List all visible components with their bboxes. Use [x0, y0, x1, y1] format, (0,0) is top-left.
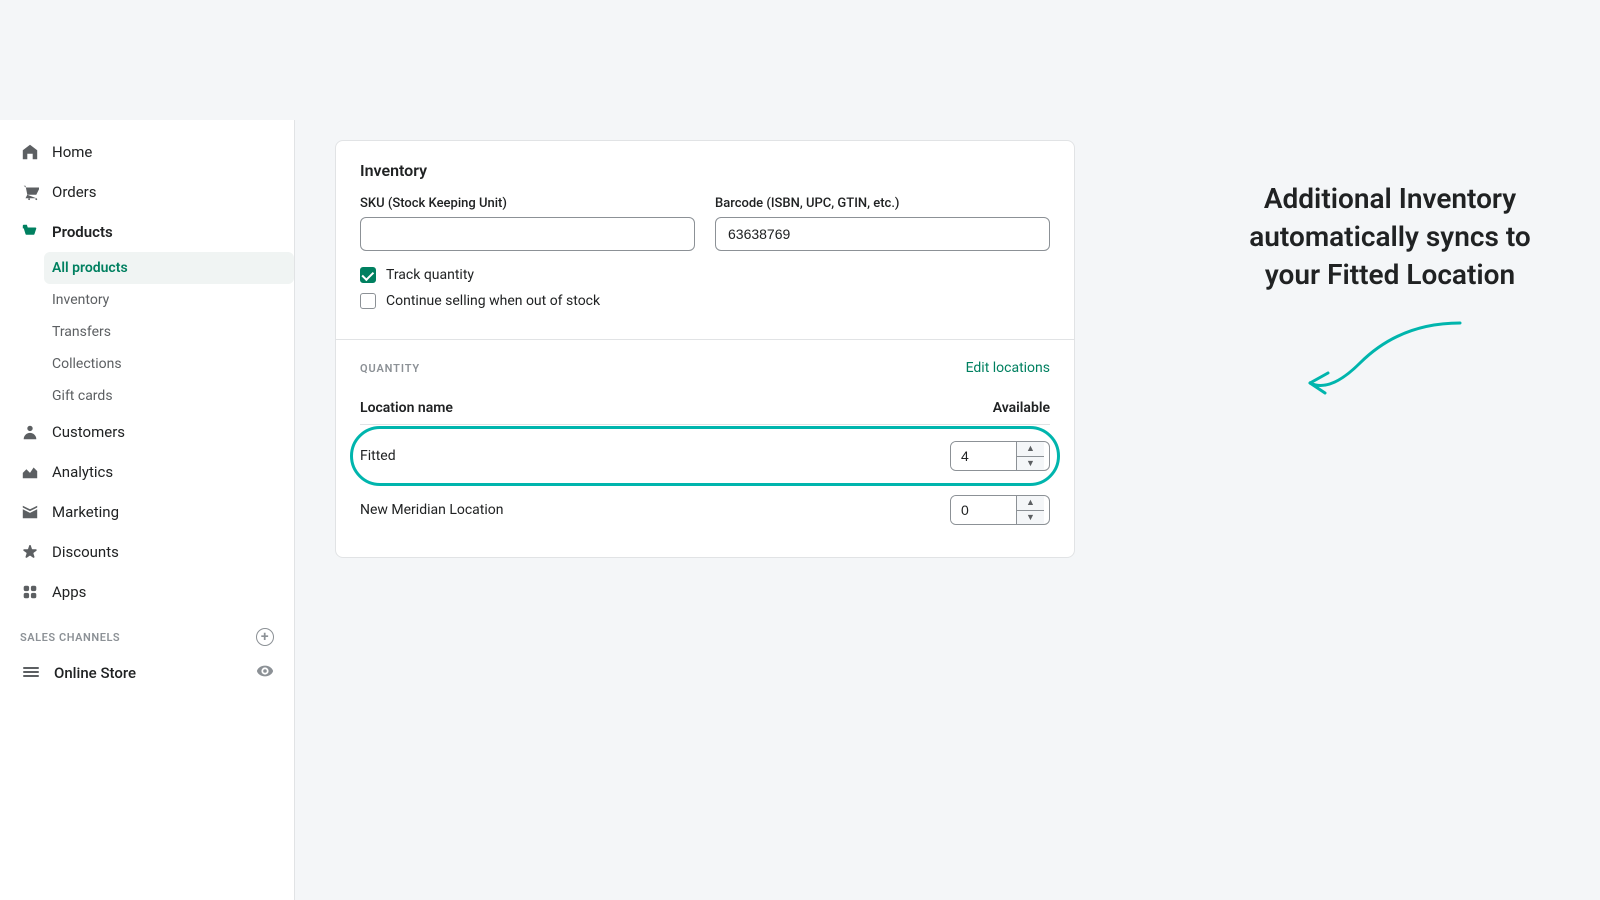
annotation-arrow	[1280, 303, 1500, 423]
edit-locations-link[interactable]: Edit locations	[966, 360, 1050, 376]
inventory-card: Inventory SKU (Stock Keeping Unit) Barco…	[335, 140, 1075, 558]
fitted-location-row-wrapper: Fitted ▲ ▼	[360, 429, 1050, 483]
apps-icon	[20, 582, 40, 602]
sidebar-apps-label: Apps	[52, 583, 86, 601]
quantity-section-label: QUANTITY	[360, 362, 420, 375]
sidebar-discounts-label: Discounts	[52, 543, 119, 561]
meridian-quantity-input[interactable]	[951, 496, 1016, 524]
annotation-text: Additional Inventoryautomatically syncs …	[1200, 180, 1580, 293]
sidebar-sub-item-transfers[interactable]: Transfers	[52, 316, 294, 348]
continue-selling-row: Continue selling when out of stock	[360, 293, 1050, 309]
barcode-input[interactable]	[715, 217, 1050, 251]
products-icon	[20, 222, 40, 242]
fitted-decrement-button[interactable]: ▼	[1017, 457, 1044, 471]
online-store-label: Online Store	[54, 664, 244, 682]
inventory-title: Inventory	[360, 161, 1050, 180]
quantity-section: QUANTITY Edit locations Location name Av…	[336, 340, 1074, 557]
col-location-header: Location name	[360, 400, 453, 416]
sidebar-sub-items: All products Inventory Transfers Collect…	[0, 252, 294, 412]
sidebar-orders-label: Orders	[52, 183, 97, 201]
content-area: Inventory SKU (Stock Keeping Unit) Barco…	[295, 120, 1600, 900]
continue-selling-checkbox[interactable]	[360, 293, 376, 309]
sidebar-item-analytics[interactable]: Analytics	[0, 452, 294, 492]
sidebar-sub-item-gift-cards[interactable]: Gift cards	[52, 380, 294, 412]
sidebar-customers-label: Customers	[52, 423, 125, 441]
fitted-quantity-input[interactable]	[951, 442, 1016, 470]
sidebar-sub-item-all-products[interactable]: All products	[44, 252, 294, 284]
sidebar-sub-item-collections[interactable]: Collections	[52, 348, 294, 380]
sidebar-item-online-store[interactable]: Online Store	[0, 652, 294, 694]
barcode-group: Barcode (ISBN, UPC, GTIN, etc.)	[715, 196, 1050, 251]
sidebar-item-apps[interactable]: Apps	[0, 572, 294, 612]
meridian-quantity-stepper: ▲ ▼	[950, 495, 1050, 525]
sidebar-home-label: Home	[52, 143, 92, 161]
sku-group: SKU (Stock Keeping Unit)	[360, 196, 695, 251]
add-sales-channel-button[interactable]: +	[256, 628, 274, 646]
meridian-decrement-button[interactable]: ▼	[1017, 511, 1044, 525]
meridian-increment-button[interactable]: ▲	[1017, 496, 1044, 511]
meridian-location-row: New Meridian Location ▲ ▼	[360, 483, 1050, 537]
customers-icon	[20, 422, 40, 442]
barcode-label: Barcode (ISBN, UPC, GTIN, etc.)	[715, 196, 1050, 211]
sidebar-item-products[interactable]: Products	[0, 212, 294, 252]
meridian-location-name: New Meridian Location	[360, 502, 504, 518]
quantity-table-header: Location name Available	[360, 392, 1050, 425]
sidebar-marketing-label: Marketing	[52, 503, 119, 521]
track-quantity-row: Track quantity	[360, 267, 1050, 283]
orders-icon	[20, 182, 40, 202]
fitted-location-row: Fitted ▲ ▼	[360, 429, 1050, 483]
sidebar-item-home[interactable]: Home	[0, 132, 294, 172]
online-store-eye-icon[interactable]	[256, 662, 274, 684]
inventory-section: Inventory SKU (Stock Keeping Unit) Barco…	[336, 141, 1074, 340]
fitted-quantity-stepper: ▲ ▼	[950, 441, 1050, 471]
sidebar-item-orders[interactable]: Orders	[0, 172, 294, 212]
continue-selling-label: Continue selling when out of stock	[386, 293, 600, 309]
sidebar-sub-item-inventory[interactable]: Inventory	[52, 284, 294, 316]
online-store-icon	[20, 662, 42, 684]
home-icon	[20, 142, 40, 162]
sidebar-item-customers[interactable]: Customers	[0, 412, 294, 452]
sidebar-item-discounts[interactable]: Discounts	[0, 532, 294, 572]
analytics-icon	[20, 462, 40, 482]
quantity-header: QUANTITY Edit locations	[360, 360, 1050, 376]
sidebar-item-marketing[interactable]: Marketing	[0, 492, 294, 532]
sku-input[interactable]	[360, 217, 695, 251]
sku-label: SKU (Stock Keeping Unit)	[360, 196, 695, 211]
sidebar-products-label: Products	[52, 223, 113, 241]
track-quantity-label: Track quantity	[386, 267, 474, 283]
track-quantity-checkbox[interactable]	[360, 267, 376, 283]
fitted-location-name: Fitted	[360, 448, 396, 464]
fitted-increment-button[interactable]: ▲	[1017, 442, 1044, 457]
col-available-header: Available	[993, 400, 1050, 416]
discounts-icon	[20, 542, 40, 562]
sidebar-analytics-label: Analytics	[52, 463, 113, 481]
fitted-stepper-buttons: ▲ ▼	[1016, 442, 1044, 470]
sku-barcode-row: SKU (Stock Keeping Unit) Barcode (ISBN, …	[360, 196, 1050, 251]
annotation-area: Additional Inventoryautomatically syncs …	[1200, 180, 1580, 423]
sales-channels-section: SALES CHANNELS +	[0, 612, 294, 652]
marketing-icon	[20, 502, 40, 522]
sidebar: Home Orders Products All products	[0, 120, 295, 900]
meridian-stepper-buttons: ▲ ▼	[1016, 496, 1044, 524]
